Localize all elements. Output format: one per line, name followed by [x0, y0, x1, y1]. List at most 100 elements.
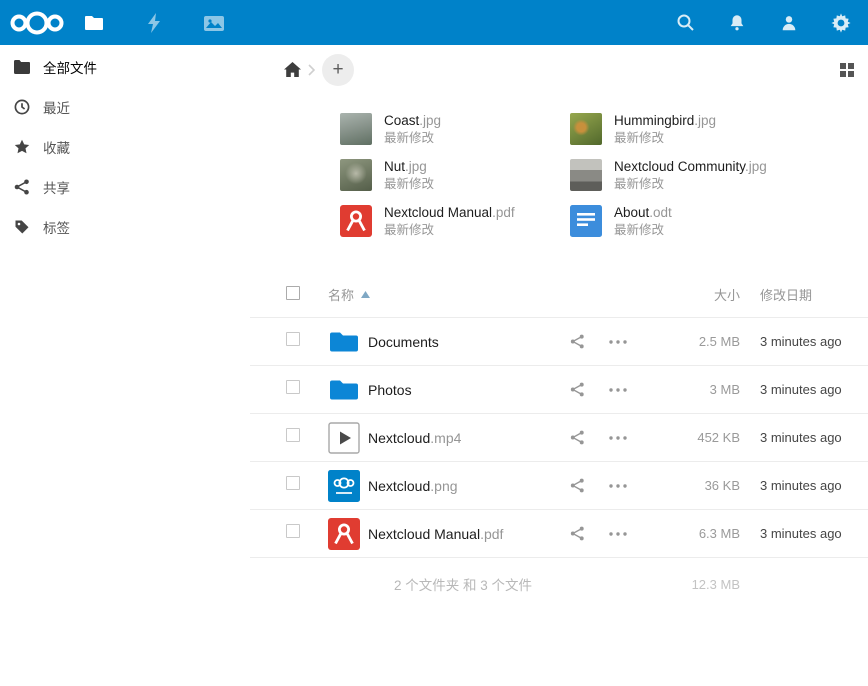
modified-column-header[interactable]: 修改日期 [740, 285, 868, 304]
recent-file-info: Nextcloud Community.jpg 最新修改 [614, 159, 767, 192]
home-breadcrumb-icon[interactable] [284, 61, 302, 79]
file-modified: 3 minutes ago [740, 430, 868, 445]
sidebar-item-tags[interactable]: 标签 [0, 207, 250, 247]
file-status: 最新修改 [614, 222, 672, 238]
table-row[interactable]: Documents 2.5 MB 3 minutes ago [250, 318, 868, 366]
clock-icon [13, 99, 30, 116]
recent-file-info: About.odt 最新修改 [614, 205, 672, 238]
more-menu-button[interactable] [609, 388, 627, 392]
sidebar-item-all-files[interactable]: 全部文件 [0, 47, 250, 87]
file-name: Documents [368, 334, 439, 350]
row-checkbox[interactable] [286, 476, 300, 490]
folder-icon [328, 326, 368, 358]
file-modified: 3 minutes ago [740, 334, 868, 349]
file-count-summary: 2 个文件夹 和 3 个文件 [328, 574, 570, 594]
pdf-icon [340, 205, 372, 237]
file-name: Photos [368, 382, 412, 398]
file-modified: 3 minutes ago [740, 478, 868, 493]
total-size: 12.3 MB [655, 577, 740, 592]
video-file-icon [328, 422, 368, 454]
file-extension: .pdf [480, 526, 503, 542]
more-menu-button[interactable] [609, 436, 627, 440]
share-button[interactable] [570, 334, 585, 349]
row-checkbox[interactable] [286, 524, 300, 538]
nextcloud-png-icon [328, 470, 368, 502]
recent-file-info: Hummingbird.jpg 最新修改 [614, 113, 716, 146]
name-column-header[interactable]: 名称 [328, 285, 354, 304]
folder-icon [328, 374, 368, 406]
sidebar-item-label: 共享 [43, 177, 70, 197]
sort-ascending-icon[interactable] [361, 291, 370, 298]
select-all-checkbox[interactable] [286, 286, 300, 300]
table-header-row: 名称 大小 修改日期 [250, 272, 868, 318]
file-status: 最新修改 [384, 176, 434, 192]
notifications-bell-icon[interactable] [726, 12, 748, 34]
new-file-button[interactable]: + [322, 54, 354, 86]
file-extension: .jpg [419, 113, 441, 128]
file-extension: .pdf [492, 205, 515, 220]
file-extension: .jpg [405, 159, 427, 174]
file-extension: .jpg [694, 113, 716, 128]
file-size: 2.5 MB [655, 334, 740, 349]
file-size: 452 KB [655, 430, 740, 445]
recent-files-grid: Coast.jpg 最新修改 Hummingbird.jpg 最新修改 Nut.… [250, 113, 868, 238]
file-name: Hummingbird [614, 113, 694, 128]
size-column-header[interactable]: 大小 [655, 285, 740, 304]
sidebar-item-label: 全部文件 [43, 57, 97, 77]
more-menu-button[interactable] [609, 340, 627, 344]
file-name: Nextcloud [368, 478, 430, 494]
recent-file-tile[interactable]: About.odt 最新修改 [570, 205, 830, 238]
share-button[interactable] [570, 382, 585, 397]
recent-file-tile[interactable]: Coast.jpg 最新修改 [340, 113, 570, 146]
more-menu-button[interactable] [609, 484, 627, 488]
file-table: 名称 大小 修改日期 Documents [250, 272, 868, 610]
file-size: 36 KB [655, 478, 740, 493]
file-name: Nut [384, 159, 405, 174]
files-app-icon[interactable] [82, 11, 106, 35]
gallery-app-icon[interactable] [202, 11, 226, 35]
chevron-right-icon [308, 64, 316, 76]
file-status: 最新修改 [384, 222, 515, 238]
table-row[interactable]: Nextcloud.mp4 452 KB 3 minutes ago [250, 414, 868, 462]
contacts-icon[interactable] [778, 12, 800, 34]
recent-file-tile[interactable]: Nut.jpg 最新修改 [340, 159, 570, 192]
sidebar-item-label: 标签 [43, 217, 70, 237]
image-thumbnail [570, 113, 602, 145]
file-size: 3 MB [655, 382, 740, 397]
table-row[interactable]: Nextcloud Manual.pdf 6.3 MB 3 minutes ag… [250, 510, 868, 558]
table-row[interactable]: Nextcloud.png 36 KB 3 minutes ago [250, 462, 868, 510]
sidebar-item-recent[interactable]: 最近 [0, 87, 250, 127]
recent-file-tile[interactable]: Nextcloud Manual.pdf 最新修改 [340, 205, 570, 238]
tag-icon [13, 219, 30, 236]
topbar-actions [674, 12, 868, 34]
share-button[interactable] [570, 430, 585, 445]
sidebar-item-shared[interactable]: 共享 [0, 167, 250, 207]
file-extension: .png [430, 478, 457, 494]
file-modified: 3 minutes ago [740, 526, 868, 541]
file-extension: .odt [649, 205, 672, 220]
pdf-icon [328, 518, 368, 550]
star-icon [13, 139, 30, 156]
settings-gear-icon[interactable] [830, 12, 852, 34]
file-extension: .jpg [745, 159, 767, 174]
more-menu-button[interactable] [609, 532, 627, 536]
share-button[interactable] [570, 526, 585, 541]
activity-app-icon[interactable] [142, 11, 166, 35]
share-button[interactable] [570, 478, 585, 493]
file-name: Nextcloud Community [614, 159, 745, 174]
file-size: 6.3 MB [655, 526, 740, 541]
recent-file-tile[interactable]: Hummingbird.jpg 最新修改 [570, 113, 830, 146]
topbar [0, 0, 868, 45]
recent-file-tile[interactable]: Nextcloud Community.jpg 最新修改 [570, 159, 830, 192]
search-icon[interactable] [674, 12, 696, 34]
table-row[interactable]: Photos 3 MB 3 minutes ago [250, 366, 868, 414]
nextcloud-logo[interactable] [8, 10, 66, 36]
row-checkbox[interactable] [286, 332, 300, 346]
row-checkbox[interactable] [286, 428, 300, 442]
row-checkbox[interactable] [286, 380, 300, 394]
app-switcher [82, 11, 226, 35]
sidebar-item-favorites[interactable]: 收藏 [0, 127, 250, 167]
grid-view-toggle-icon[interactable] [838, 61, 856, 79]
file-status: 最新修改 [614, 176, 767, 192]
breadcrumb-bar: + [250, 45, 868, 95]
